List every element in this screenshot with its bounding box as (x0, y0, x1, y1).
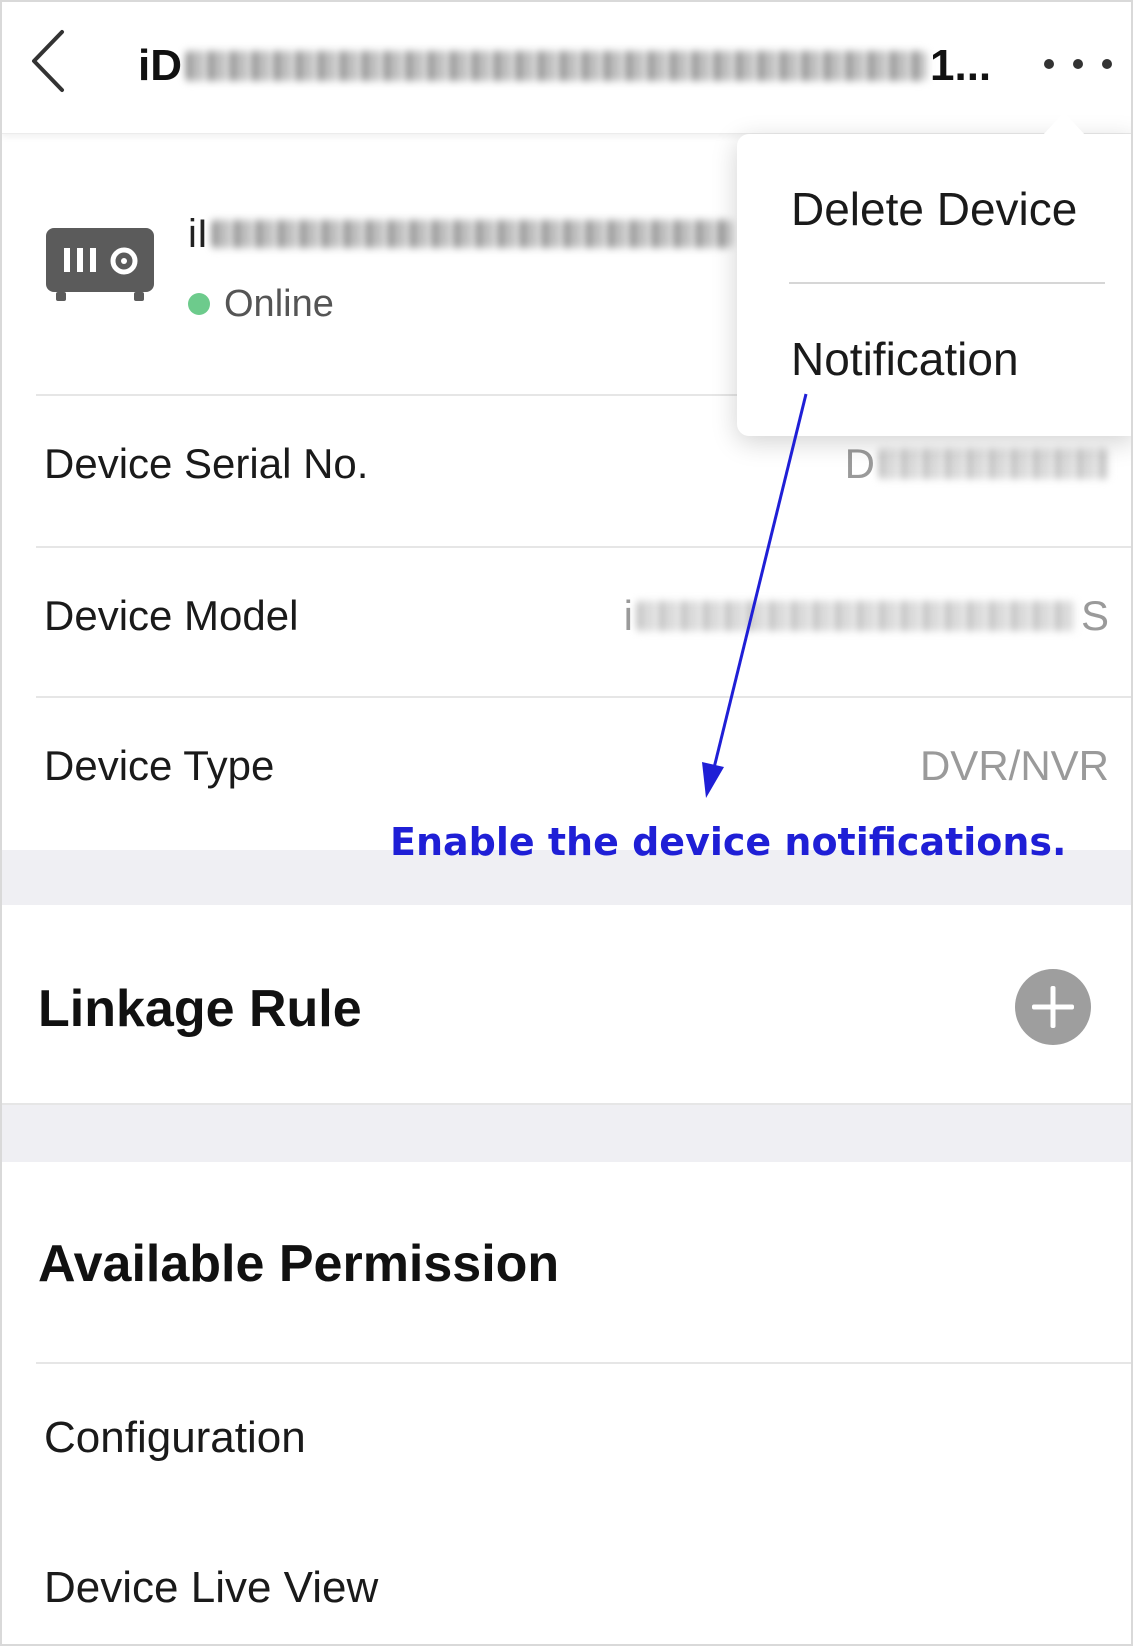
more-options-button[interactable] (1038, 44, 1118, 84)
status-text: Online (224, 283, 334, 325)
nav-header: iD 1... (2, 2, 1131, 134)
device-name: iI (188, 207, 732, 261)
device-detail-screen: iD 1... iI Online Device Serial No. D De… (0, 0, 1133, 1646)
permission-label: Configuration (44, 1413, 306, 1462)
permission-row-live-view[interactable]: Device Live View (2, 1512, 1131, 1644)
page-title: iD 1... (138, 36, 991, 96)
plus-circle-icon[interactable] (1015, 969, 1091, 1045)
info-row-value: DVR/NVR (919, 742, 1109, 789)
permission-label: Device Live View (44, 1563, 379, 1612)
dvr-device-icon (46, 228, 154, 301)
popover-caret (1042, 112, 1086, 136)
chevron-left-icon (32, 30, 64, 92)
page-title-suffix: 1... (930, 41, 992, 90)
redacted-device-name (212, 220, 732, 248)
device-name-prefix: iI (188, 212, 208, 256)
info-row-model: Device Model i S (2, 546, 1131, 694)
device-status: Online (188, 279, 334, 329)
notification-menu-item[interactable]: Notification (791, 328, 1019, 390)
menu-divider (789, 282, 1105, 284)
redacted-serial (879, 449, 1109, 479)
info-row-label: Device Serial No. (44, 440, 369, 487)
section-divider (2, 1103, 1131, 1162)
annotation-text: Enable the device notifications. (390, 820, 1067, 864)
redacted-model (636, 601, 1077, 631)
info-row-label: Device Model (44, 592, 299, 639)
online-status-dot (188, 293, 210, 315)
more-horizontal-icon (1044, 59, 1054, 69)
info-row-value: D (845, 434, 1109, 494)
back-button[interactable] (24, 24, 76, 98)
linkage-rule-title: Linkage Rule (38, 980, 362, 1038)
redacted-device-name (186, 51, 926, 81)
available-permission-title: Available Permission (38, 1235, 560, 1293)
info-row-label: Device Type (44, 742, 275, 789)
info-row-value: i S (623, 592, 1109, 639)
permission-row-configuration[interactable]: Configuration (2, 1362, 1131, 1512)
more-options-menu: Delete Device Notification (737, 134, 1131, 436)
delete-device-menu-item[interactable]: Delete Device (791, 178, 1077, 240)
page-title-prefix: iD (138, 41, 182, 90)
